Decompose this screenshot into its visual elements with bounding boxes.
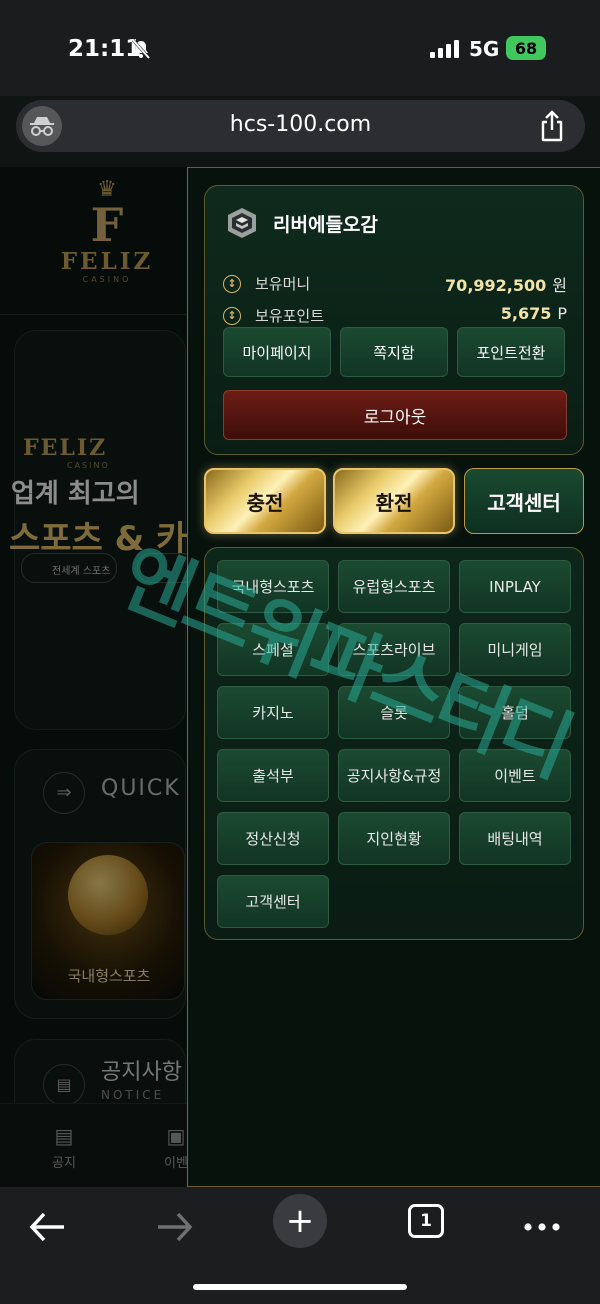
point-convert-button[interactable]: 포인트전환: [457, 327, 565, 377]
money-icon: ↕: [223, 275, 241, 293]
menu-casino[interactable]: 카지노: [217, 686, 329, 739]
game-menu-grid: 국내형스포츠 유럽형스포츠 INPLAY 스페셜 스포츠라이브 미니게임 카지노…: [204, 547, 584, 940]
more-options-icon[interactable]: [522, 1201, 562, 1253]
side-menu-panel: 리버에들오감 ↕ 보유머니 70,992,500 원 ↕ 보유포인트 5,675 P…: [187, 167, 600, 1187]
points-unit: P: [557, 304, 567, 323]
address-bar[interactable]: hcs-100.com: [16, 100, 585, 152]
points-row: ↕ 보유포인트 5,675 P: [223, 304, 567, 328]
network-type: 5G: [469, 37, 500, 61]
menu-referrals[interactable]: 지인현황: [338, 812, 450, 865]
share-icon[interactable]: [539, 110, 565, 142]
user-info-card: 리버에들오감 ↕ 보유머니 70,992,500 원 ↕ 보유포인트 5,675 P…: [204, 185, 584, 455]
url-text[interactable]: hcs-100.com: [16, 112, 585, 137]
messages-button[interactable]: 쪽지함: [340, 327, 448, 377]
browser-toolbar: + 1: [0, 1187, 600, 1304]
menu-special[interactable]: 스페셜: [217, 623, 329, 676]
points-amount: 5,675: [500, 304, 552, 323]
mypage-button[interactable]: 마이페이지: [223, 327, 331, 377]
points-label: 보유포인트: [255, 307, 325, 325]
bell-muted-icon: [131, 39, 151, 59]
balance-label: 보유머니: [255, 275, 311, 293]
menu-notice-rules[interactable]: 공지사항&규정: [338, 749, 450, 802]
back-arrow-icon[interactable]: [28, 1201, 68, 1253]
signal-icon: [430, 40, 459, 58]
menu-slot[interactable]: 슬롯: [338, 686, 450, 739]
menu-minigame[interactable]: 미니게임: [459, 623, 571, 676]
menu-european-sports[interactable]: 유럽형스포츠: [338, 560, 450, 613]
balance-unit: 원: [552, 276, 567, 295]
withdraw-button[interactable]: 환전: [333, 468, 455, 534]
battery-indicator: 68: [506, 36, 546, 60]
menu-customer-center[interactable]: 고객센터: [217, 875, 329, 928]
menu-sports-live[interactable]: 스포츠라이브: [338, 623, 450, 676]
balance-row: ↕ 보유머니 70,992,500 원: [223, 272, 567, 296]
deposit-button[interactable]: 충전: [204, 468, 326, 534]
tabs-count-button[interactable]: 1: [408, 1204, 444, 1238]
status-bar: 21:11 5G 68: [0, 0, 600, 96]
balance-amount: 70,992,500: [445, 276, 547, 295]
forward-arrow-icon[interactable]: [154, 1201, 194, 1253]
new-tab-plus-icon[interactable]: +: [273, 1194, 327, 1248]
menu-holdem[interactable]: 홀덤: [459, 686, 571, 739]
menu-domestic-sports[interactable]: 국내형스포츠: [217, 560, 329, 613]
menu-bet-history[interactable]: 배팅내역: [459, 812, 571, 865]
username: 리버에들오감: [273, 214, 378, 236]
logout-button[interactable]: 로그아웃: [223, 390, 567, 440]
menu-attendance[interactable]: 출석부: [217, 749, 329, 802]
user-level-icon: [228, 208, 256, 238]
menu-inplay[interactable]: INPLAY: [459, 560, 571, 613]
customer-center-button[interactable]: 고객센터: [464, 468, 584, 534]
menu-settlement[interactable]: 정산신청: [217, 812, 329, 865]
points-icon: ↕: [223, 307, 241, 325]
menu-event[interactable]: 이벤트: [459, 749, 571, 802]
home-indicator: [193, 1284, 407, 1290]
points-value: 5,675 P: [501, 304, 567, 323]
balance-value: 70,992,500 원: [445, 272, 567, 296]
